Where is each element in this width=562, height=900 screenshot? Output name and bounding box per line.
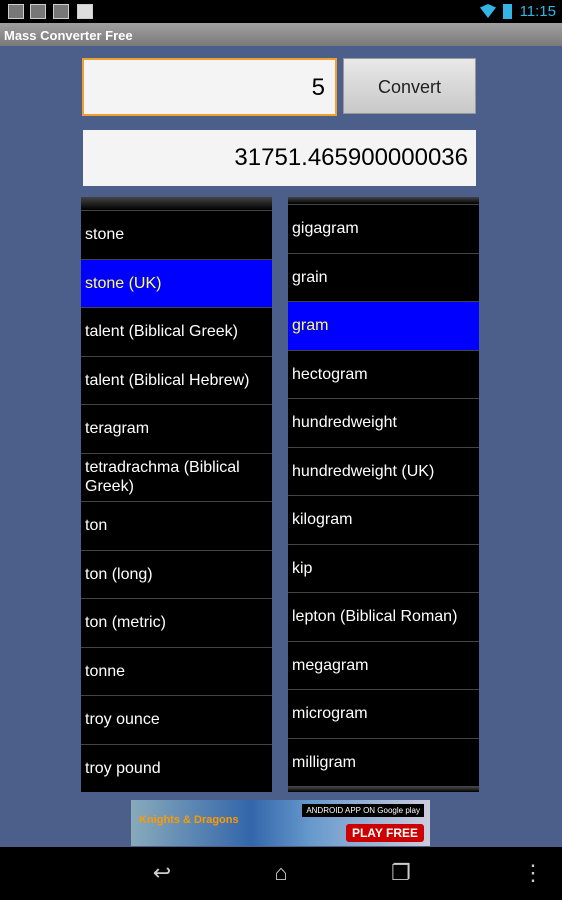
list-item[interactable]: gigagram [288, 204, 479, 253]
menu-icon[interactable]: ⋮ [522, 862, 544, 884]
list-item[interactable]: stone [81, 210, 272, 259]
gallery-icon [8, 4, 24, 19]
convert-button[interactable]: Convert [343, 58, 476, 114]
list-item-partial [288, 786, 479, 792]
basic-android-icon [30, 4, 46, 19]
list-item[interactable]: kip [288, 543, 479, 593]
list-item[interactable]: stone (UK) [81, 258, 272, 307]
list-item[interactable]: tonne [81, 646, 272, 696]
battery-icon [503, 4, 512, 19]
list-item[interactable]: milligram [288, 737, 479, 787]
list-item[interactable]: gram [288, 301, 479, 350]
home-icon[interactable]: ⌂ [264, 862, 298, 884]
list-item[interactable]: troy pound [81, 743, 272, 793]
google-play-badge: ANDROID APP ON Google play [302, 804, 424, 817]
navigation-bar: ↩ ⌂ ❐ ⋮ [0, 847, 562, 900]
recent-apps-icon[interactable]: ❐ [384, 862, 418, 884]
list-item[interactable]: ton (long) [81, 549, 272, 599]
list-item[interactable]: kilogram [288, 495, 479, 544]
back-icon[interactable]: ↩ [145, 862, 179, 884]
list-item[interactable]: tetradrachma (Biblical Greek) [81, 452, 272, 502]
list-item[interactable]: microgram [288, 689, 479, 738]
list-item-partial [81, 197, 272, 210]
list-item[interactable]: troy ounce [81, 695, 272, 744]
list-item[interactable]: hundredweight (UK) [288, 446, 479, 496]
result-field: 31751.465900000036 [83, 130, 476, 186]
ad-brand: Knights & Dragons [139, 814, 239, 826]
value-input[interactable]: 5 [82, 58, 337, 116]
clock: 11:15 [519, 3, 556, 20]
list-item[interactable]: lepton (Biblical Roman) [288, 592, 479, 641]
list-item[interactable]: grain [288, 252, 479, 302]
list-item[interactable]: hectogram [288, 349, 479, 399]
list-item[interactable]: talent (Biblical Greek) [81, 307, 272, 356]
list-item[interactable]: megagram [288, 640, 479, 690]
from-unit-list[interactable]: stone stone (UK) talent (Biblical Greek) ta… [81, 197, 272, 792]
app-title: Mass Converter Free [0, 23, 562, 46]
list-item[interactable]: hundredweight [288, 398, 479, 447]
app-icon [53, 4, 69, 19]
list-item[interactable]: teragram [81, 404, 272, 453]
to-unit-list[interactable]: gigagram grain gram hectogram hundredweight h… [288, 197, 479, 792]
ad-banner[interactable]: Knights & Dragons ANDROID APP ON Google … [131, 800, 430, 846]
list-item-partial [288, 197, 479, 204]
status-bar: 11:15 [0, 0, 562, 23]
play-free-button[interactable]: PLAY FREE [345, 824, 424, 842]
list-item[interactable]: ton [81, 501, 272, 550]
checkbox-bag-icon [77, 4, 93, 19]
list-item[interactable]: talent (Biblical Hebrew) [81, 355, 272, 405]
wifi-icon [480, 4, 496, 18]
list-item[interactable]: ton (metric) [81, 598, 272, 647]
